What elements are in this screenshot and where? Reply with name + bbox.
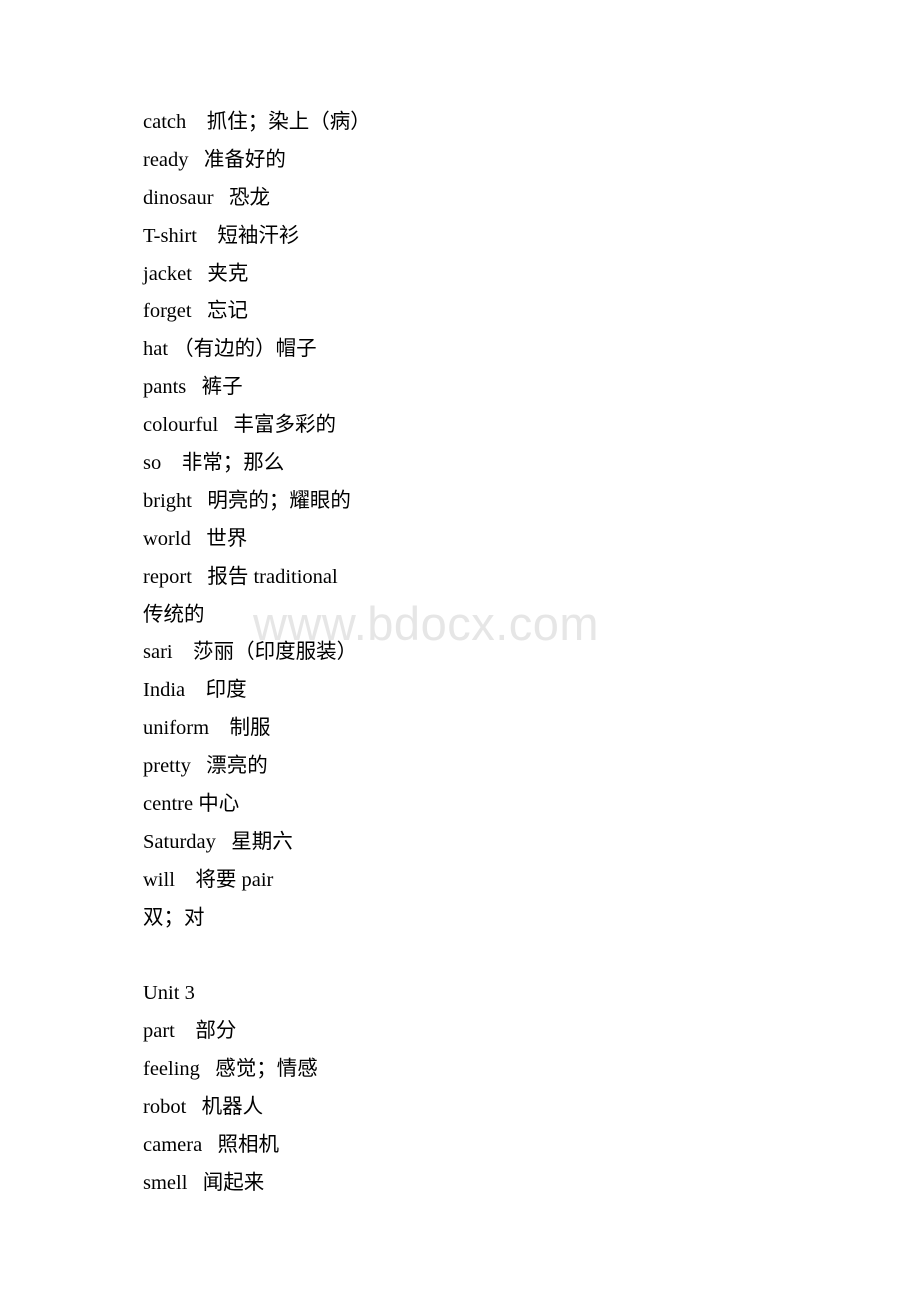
vocabulary-line: bright 明亮的；耀眼的 xyxy=(143,489,351,512)
vocabulary-line: catch 抓住；染上（病） xyxy=(143,111,371,133)
vocabulary-line: ready 准备好的 xyxy=(143,148,286,171)
vocabulary-line-continuation: 传统的 xyxy=(143,603,205,626)
vocabulary-line: uniform 制服 xyxy=(143,717,271,740)
vocabulary-line: camera 照相机 xyxy=(143,1134,280,1157)
vocabulary-line: India 印度 xyxy=(143,679,247,702)
vocabulary-line: sari 莎丽（印度服装） xyxy=(143,641,358,664)
vocabulary-line: jacket 夹克 xyxy=(143,262,249,285)
vocabulary-line: colourful 丰富多彩的 xyxy=(143,414,337,437)
section-heading: Unit 3 xyxy=(143,982,195,1005)
vocabulary-line: dinosaur 恐龙 xyxy=(143,186,270,209)
document-page: www.bdocx.com catch 抓住；染上（病） ready 准备好的 di… xyxy=(0,0,920,1302)
vocabulary-line: pants 裤子 xyxy=(143,376,243,399)
vocabulary-line: forget 忘记 xyxy=(143,300,248,323)
vocabulary-line: hat （有边的）帽子 xyxy=(143,338,317,361)
vocabulary-line: T-shirt 短袖汗衫 xyxy=(143,224,300,247)
vocabulary-line: so 非常；那么 xyxy=(143,452,285,475)
vocabulary-line: Saturday 星期六 xyxy=(143,830,293,853)
vocabulary-line: centre 中心 xyxy=(143,793,240,816)
vocabulary-line-continuation: 双；对 xyxy=(143,906,205,929)
vocabulary-line: world 世界 xyxy=(143,527,248,550)
vocabulary-line: will 将要 pair xyxy=(143,868,274,891)
vocabulary-line: part 部分 xyxy=(143,1020,237,1043)
vocabulary-list-body: catch 抓住；染上（病） ready 准备好的 dinosaur 恐龙 T-shi… xyxy=(143,104,843,1203)
vocabulary-line: pretty 漂亮的 xyxy=(143,755,268,778)
vocabulary-line: report 报告 traditional xyxy=(143,565,338,588)
vocabulary-line: feeling 感觉；情感 xyxy=(143,1058,318,1081)
vocabulary-line: smell 闻起来 xyxy=(143,1171,265,1194)
vocabulary-line: robot 机器人 xyxy=(143,1096,264,1119)
